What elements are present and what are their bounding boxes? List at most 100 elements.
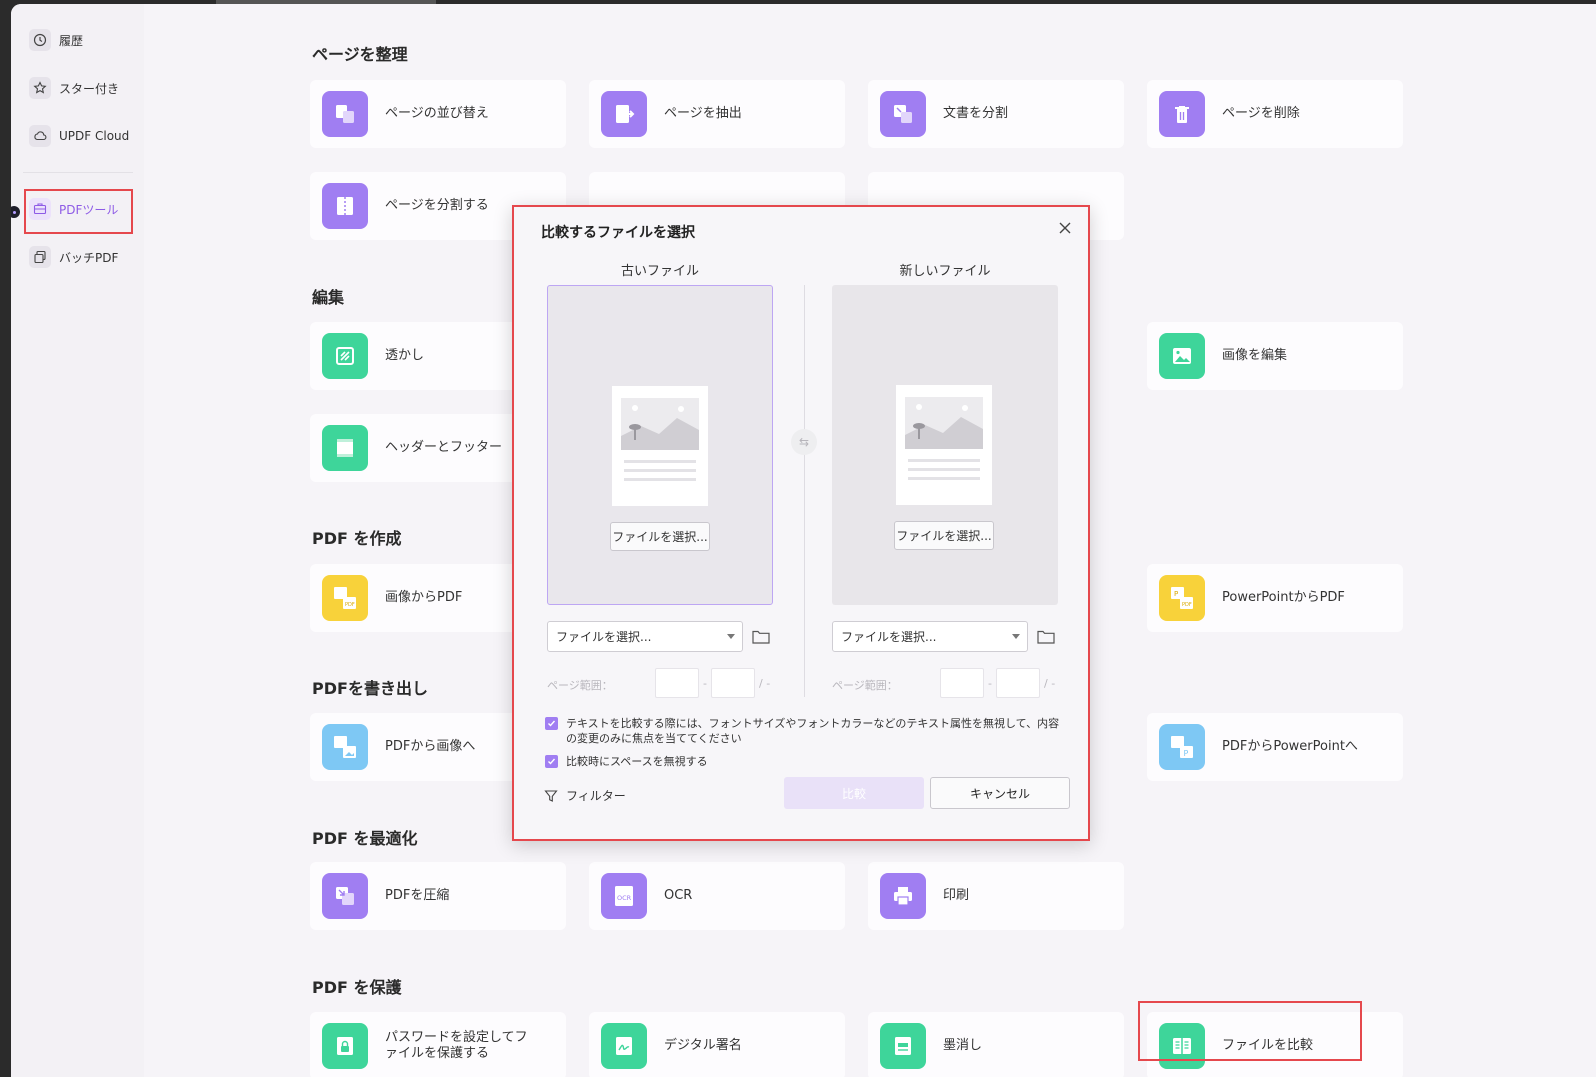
tool-label: パスワードを設定してファイルを保護する <box>385 1030 528 1061</box>
new-choose-file-button[interactable]: ファイルを選択... <box>894 521 994 550</box>
folder-icon <box>1037 630 1055 644</box>
ignore-text-attributes-label: テキストを比較する際には、フォントサイズやフォントカラーなどのテキスト属性を無視… <box>566 717 1060 745</box>
tool-redact[interactable]: 墨消し <box>868 1012 1124 1077</box>
sidebar-item-history[interactable]: 履歴 <box>29 26 133 54</box>
close-icon <box>1059 222 1071 234</box>
tool-label: デジタル署名 <box>664 1038 742 1053</box>
sidebar-item-batch[interactable]: バッチPDF <box>29 243 133 271</box>
checkmark-icon <box>548 720 556 727</box>
tool-label: 画像を編集 <box>1222 348 1288 363</box>
tool-password-protect[interactable]: パスワードを設定してファイルを保護する <box>310 1012 566 1077</box>
reorder-pages-icon <box>322 91 368 137</box>
section-title-export: PDFを書き出し <box>312 679 428 698</box>
image-edit-icon <box>1159 333 1205 379</box>
document-placeholder-icon <box>612 386 708 506</box>
section-title-organize: ページを整理 <box>312 45 408 64</box>
highlight-box-pdf-tools <box>24 189 133 234</box>
sidebar-item-label: スター付き <box>59 81 120 96</box>
trash-icon <box>1159 91 1205 137</box>
section-title-optimize: PDF を最適化 <box>312 829 418 848</box>
tool-compress-pdf[interactable]: PDFを圧縮 <box>310 862 566 930</box>
ignore-text-attributes-checkbox[interactable] <box>545 717 558 730</box>
svg-text:OCR: OCR <box>617 894 632 902</box>
old-file-select-value: ファイルを選択... <box>556 630 652 644</box>
tool-label: OCR <box>664 888 693 903</box>
range-dash: - <box>988 677 992 690</box>
cloud-icon <box>29 125 51 147</box>
ignore-spaces-checkbox[interactable] <box>545 755 558 768</box>
swap-icon: ⇆ <box>798 435 810 449</box>
tool-label: PDFからPowerPointへ <box>1222 739 1358 754</box>
cancel-button[interactable]: キャンセル <box>930 777 1070 809</box>
new-browse-folder-button[interactable] <box>1037 629 1057 645</box>
tool-label: ページの並び替え <box>385 106 489 121</box>
dialog-title: 比較するファイルを選択 <box>541 225 695 241</box>
tool-split-document[interactable]: 文書を分割 <box>868 80 1124 148</box>
clock-icon <box>29 29 51 51</box>
old-file-label: 古いファイル <box>620 264 699 279</box>
image-to-pdf-icon: PDF <box>322 575 368 621</box>
filter-button[interactable]: フィルター <box>544 787 626 804</box>
new-range-start-input[interactable] <box>940 668 984 698</box>
tool-label: 画像からPDF <box>385 590 463 605</box>
tool-delete-pages[interactable]: ページを削除 <box>1147 80 1403 148</box>
old-choose-file-button[interactable]: ファイルを選択... <box>610 522 710 551</box>
filter-label: フィルター <box>566 789 626 803</box>
svg-text:P: P <box>1184 749 1189 758</box>
extract-pages-icon <box>601 91 647 137</box>
tool-extract-pages[interactable]: ページを抽出 <box>589 80 845 148</box>
svg-text:PDF: PDF <box>1182 602 1192 608</box>
old-file-drop-zone[interactable]: ファイルを選択... <box>547 285 773 605</box>
tool-edit-image[interactable]: 画像を編集 <box>1147 322 1403 390</box>
old-file-select[interactable]: ファイルを選択... <box>547 621 743 652</box>
chevron-down-icon <box>727 634 735 639</box>
pdf-to-image-icon <box>322 724 368 770</box>
tool-label: ページを抽出 <box>664 106 742 121</box>
folder-icon <box>752 630 770 644</box>
tool-label: PowerPointからPDF <box>1222 590 1345 605</box>
filter-icon <box>544 789 558 802</box>
section-title-protect: PDF を保護 <box>312 978 402 997</box>
old-page-range-label: ページ範囲： <box>547 679 613 692</box>
column-divider <box>804 285 805 697</box>
checkmark-icon <box>548 758 556 765</box>
header-footer-icon <box>322 425 368 471</box>
sidebar-item-starred[interactable]: スター付き <box>29 74 133 102</box>
sidebar-item-label: UPDF Cloud <box>59 129 130 143</box>
tool-digital-signature[interactable]: デジタル署名 <box>589 1012 845 1077</box>
new-range-end-input[interactable] <box>996 668 1040 698</box>
tool-label: 墨消し <box>943 1038 983 1053</box>
section-title-edit: 編集 <box>312 288 345 307</box>
new-file-select[interactable]: ファイルを選択... <box>832 621 1028 652</box>
tool-print[interactable]: 印刷 <box>868 862 1124 930</box>
new-file-drop-zone[interactable]: ファイルを選択... <box>832 285 1058 605</box>
tool-reorder-pages[interactable]: ページの並び替え <box>310 80 566 148</box>
sidebar-item-label: バッチPDF <box>59 250 119 265</box>
tool-pdf-to-ppt[interactable]: P PDFからPowerPointへ <box>1147 713 1403 781</box>
tool-ocr[interactable]: OCR OCR <box>589 862 845 930</box>
lock-file-icon <box>322 1023 368 1069</box>
range-total: / - <box>759 677 771 690</box>
close-button[interactable] <box>1054 217 1076 239</box>
sidebar-item-cloud[interactable]: UPDF Cloud <box>29 122 133 150</box>
split-document-icon <box>880 91 926 137</box>
old-browse-folder-button[interactable] <box>752 629 772 645</box>
chevron-down-icon <box>1012 634 1020 639</box>
batch-icon <box>29 246 51 268</box>
compare-files-dialog: 比較するファイルを選択 古いファイル ファイルを選択... ⇆ 新しいファイル <box>512 205 1090 841</box>
tool-label: ページを分割する <box>385 198 489 213</box>
document-placeholder-icon <box>896 385 992 505</box>
old-range-start-input[interactable] <box>655 668 699 698</box>
sidebar: 履歴 スター付き UPDF Cloud PDFツール バッチPDF <box>11 4 144 1077</box>
sidebar-item-label: 履歴 <box>59 33 84 48</box>
tool-ppt-to-pdf[interactable]: P PDF PowerPointからPDF <box>1147 564 1403 632</box>
printer-icon <box>880 873 926 919</box>
new-file-select-value: ファイルを選択... <box>841 630 937 644</box>
old-range-end-input[interactable] <box>711 668 755 698</box>
ocr-icon: OCR <box>601 873 647 919</box>
tool-label: PDFを圧縮 <box>385 888 450 903</box>
new-file-label: 新しいファイル <box>899 264 991 279</box>
redact-icon <box>880 1023 926 1069</box>
compare-button[interactable]: 比較 <box>784 777 924 809</box>
swap-files-button[interactable]: ⇆ <box>791 429 817 455</box>
